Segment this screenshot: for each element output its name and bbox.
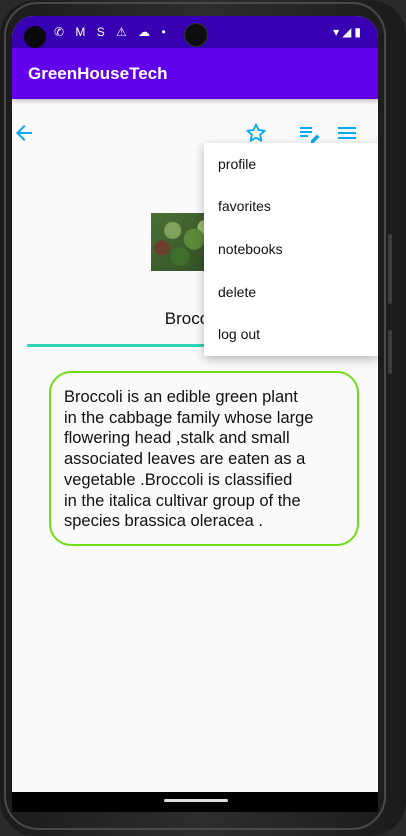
hamburger-menu-icon[interactable] (335, 121, 359, 145)
status-bar: ✆ M S ⚠ ☁ • ▾◢▮ (12, 16, 378, 48)
home-gesture-handle[interactable] (164, 799, 228, 802)
punch-hole-camera-icon (184, 23, 208, 47)
system-status-icons: ▾◢▮ (333, 25, 364, 39)
overflow-menu: profile favorites notebooks delete log o… (204, 143, 378, 356)
star-outline-icon[interactable] (244, 121, 268, 145)
volume-button (388, 234, 392, 304)
front-camera-icon (24, 26, 46, 48)
notification-icons: ✆ M S ⚠ ☁ • (54, 25, 170, 39)
menu-item-favorites[interactable]: favorites (204, 185, 378, 227)
menu-item-log-out[interactable]: log out (204, 313, 378, 355)
screen: ✆ M S ⚠ ☁ • ▾◢▮ GreenHouseTech Broccoli (12, 16, 378, 792)
menu-item-notebooks[interactable]: notebooks (204, 228, 378, 270)
plant-description: Broccoli is an edible green plant in the… (64, 388, 314, 531)
arrow-left-icon[interactable] (12, 121, 36, 145)
description-card: Broccoli is an edible green plant in the… (49, 371, 359, 546)
menu-item-delete[interactable]: delete (204, 271, 378, 313)
navigation-bar (12, 792, 378, 812)
app-title: GreenHouseTech (28, 64, 168, 83)
device-frame: ✆ M S ⚠ ☁ • ▾◢▮ GreenHouseTech Broccoli (0, 0, 406, 836)
menu-item-profile[interactable]: profile (204, 143, 378, 185)
power-button (388, 330, 392, 374)
app-bar: GreenHouseTech (12, 48, 378, 99)
playlist-edit-icon[interactable] (297, 121, 321, 145)
